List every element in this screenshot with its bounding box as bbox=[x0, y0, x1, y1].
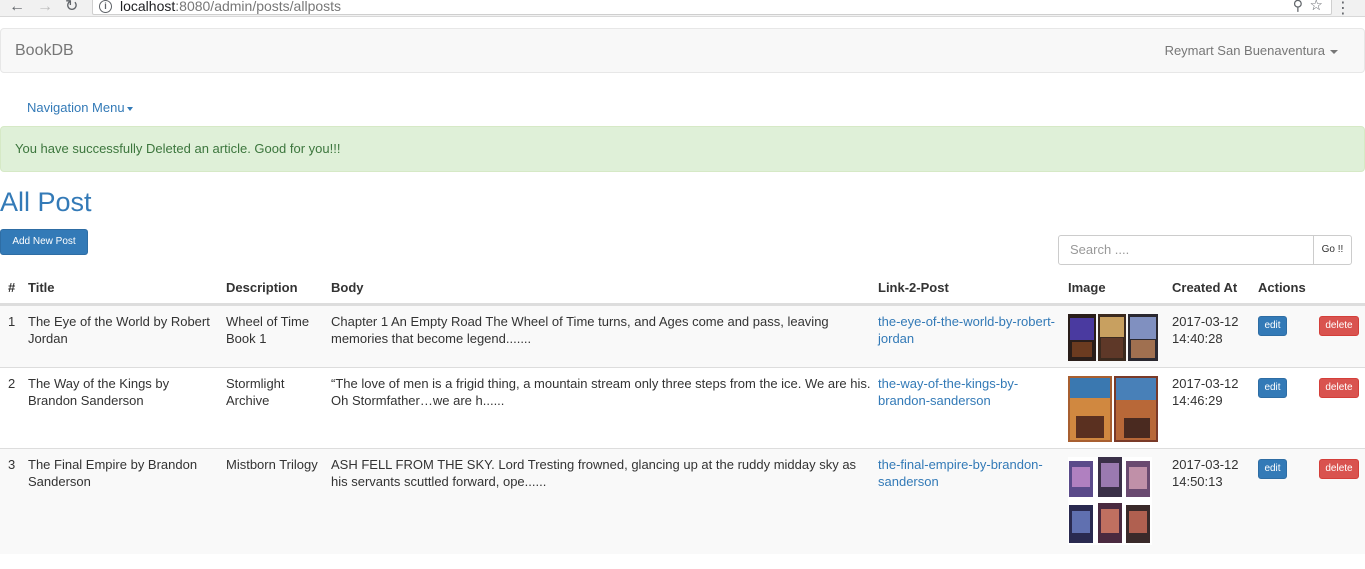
navigation-menu-dropdown[interactable]: Navigation Menu bbox=[27, 100, 133, 115]
edit-button[interactable]: edit bbox=[1258, 377, 1287, 398]
header-created-at: Created At bbox=[1172, 280, 1238, 295]
user-name: Reymart San Buenaventura bbox=[1164, 43, 1325, 58]
row-title: The Eye of the World by Robert Jordan bbox=[28, 314, 210, 346]
browser-toolbar: ← → ↻ i localhost:8080/admin/posts/allpo… bbox=[0, 0, 1365, 17]
row-post-link[interactable]: the-way-of-the-kings-by-brandon-sanderso… bbox=[878, 375, 1058, 409]
edit-label[interactable]: edit bbox=[1258, 459, 1287, 479]
row-description: Stormlight Archive bbox=[226, 376, 285, 408]
row-body: ASH FELL FROM THE SKY. Lord Tresting fro… bbox=[331, 457, 857, 489]
row-body: Chapter 1 An Empty Road The Wheel of Tim… bbox=[331, 314, 829, 346]
delete-label[interactable]: delete bbox=[1319, 316, 1359, 336]
table-header: # Title Description Body Link-2-Post Ima… bbox=[0, 271, 1365, 305]
row-number: 1 bbox=[8, 314, 16, 329]
edit-button[interactable]: edit bbox=[1258, 315, 1287, 336]
row-description: Wheel of Time Book 1 bbox=[226, 314, 310, 346]
book-cover-image bbox=[1068, 457, 1152, 549]
header-title: Title bbox=[28, 280, 55, 295]
navigation-menu-label: Navigation Menu bbox=[27, 100, 125, 115]
row-description: Mistborn Trilogy bbox=[226, 457, 318, 472]
caret-down-icon bbox=[1330, 49, 1338, 54]
reload-icon[interactable]: ↻ bbox=[65, 0, 78, 15]
header-description: Description bbox=[226, 280, 298, 295]
header-body: Body bbox=[331, 280, 364, 295]
edit-button[interactable]: edit bbox=[1258, 458, 1287, 479]
success-alert: You have successfully Deleted an article… bbox=[0, 126, 1365, 172]
table-row: 2 The Way of the Kings by Brandon Sander… bbox=[0, 367, 1365, 448]
info-icon[interactable]: i bbox=[99, 0, 112, 13]
table-row: 1 The Eye of the World by Robert Jordan … bbox=[0, 305, 1365, 367]
row-post-link[interactable]: the-final-empire-by-brandon-sanderson bbox=[878, 456, 1058, 490]
top-navbar: BookDB Reymart San Buenaventura bbox=[0, 28, 1365, 73]
add-new-post-button[interactable]: Add New Post bbox=[0, 229, 88, 255]
row-created-at: 2017-03-12 14:40:28 bbox=[1172, 314, 1239, 346]
row-title: The Way of the Kings by Brandon Sanderso… bbox=[28, 376, 170, 408]
row-post-link[interactable]: the-eye-of-the-world-by-robert-jordan bbox=[878, 313, 1058, 347]
row-body: “The love of men is a frigid thing, a mo… bbox=[331, 376, 871, 408]
forward-arrow-icon[interactable]: → bbox=[37, 0, 53, 15]
browser-menu-icon[interactable]: ⋮ bbox=[1335, 0, 1351, 18]
edit-label[interactable]: edit bbox=[1258, 316, 1287, 336]
header-image: Image bbox=[1068, 280, 1106, 295]
table-row: 3 The Final Empire by Brandon Sanderson … bbox=[0, 448, 1365, 554]
row-title: The Final Empire by Brandon Sanderson bbox=[28, 457, 198, 489]
header-actions: Actions bbox=[1258, 280, 1306, 295]
search-go-button[interactable]: Go !! bbox=[1313, 235, 1352, 265]
user-dropdown[interactable]: Reymart San Buenaventura bbox=[1165, 43, 1338, 58]
row-number: 3 bbox=[8, 457, 16, 472]
row-created-at: 2017-03-12 14:46:29 bbox=[1172, 376, 1239, 408]
delete-label[interactable]: delete bbox=[1319, 378, 1359, 398]
search-form: Search .... Go !! bbox=[1058, 235, 1352, 265]
back-arrow-icon[interactable]: ← bbox=[9, 0, 25, 15]
url-path: :8080/admin/posts/allposts bbox=[175, 0, 342, 14]
zoom-icon[interactable]: ⚲ bbox=[1293, 0, 1303, 14]
bookmark-star-icon[interactable]: ☆ bbox=[1310, 0, 1323, 14]
header-num: # bbox=[8, 280, 16, 295]
edit-label[interactable]: edit bbox=[1258, 378, 1287, 398]
book-cover-image bbox=[1068, 314, 1158, 365]
header-link: Link-2-Post bbox=[878, 280, 949, 295]
caret-down-icon bbox=[126, 106, 133, 111]
row-created-at: 2017-03-12 14:50:13 bbox=[1172, 457, 1239, 489]
brand-link[interactable]: BookDB bbox=[15, 42, 74, 60]
delete-button[interactable]: delete bbox=[1319, 458, 1359, 479]
url-host: localhost bbox=[120, 0, 176, 14]
search-input[interactable]: Search .... bbox=[1058, 235, 1314, 265]
posts-table: # Title Description Body Link-2-Post Ima… bbox=[0, 271, 1365, 554]
url-text[interactable]: localhost:8080/admin/posts/allposts bbox=[120, 0, 341, 13]
delete-button[interactable]: delete bbox=[1319, 315, 1359, 336]
address-bar[interactable]: i localhost:8080/admin/posts/allposts ⚲ … bbox=[92, 0, 1332, 15]
page-title: All Post bbox=[0, 187, 92, 217]
delete-button[interactable]: delete bbox=[1319, 377, 1359, 398]
book-cover-image bbox=[1068, 376, 1158, 446]
row-number: 2 bbox=[8, 376, 16, 391]
delete-label[interactable]: delete bbox=[1319, 459, 1359, 479]
